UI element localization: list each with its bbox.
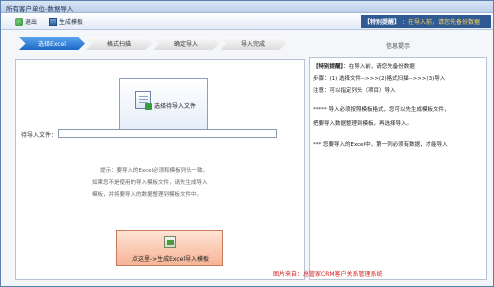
title-bar: 所有客户单位-数据导入 [1, 1, 493, 13]
file-select-panel: 选择待导入文件 待导入文件： 提示：要导入的Excel必须和模板列头一致。 如果… [15, 59, 305, 280]
generate-excel-template-button[interactable]: 点这里->生成Excel导入模板 [116, 230, 223, 266]
generate-template-label: 生成模板 [59, 19, 84, 26]
window-title: 所有客户单位-数据导入 [6, 5, 74, 13]
step-import-done: 导入完成 [220, 37, 286, 50]
toolbar: 退出 生成模板 【特别提醒】 ：在导入前，请您先备份数据 [1, 13, 493, 30]
info-panel: 【特别提醒】：在导入前，请您先备份数据 步骤：(1) 选择文件-->>>(2)格… [309, 57, 487, 280]
import-window: 所有客户单位-数据导入 退出 生成模板 【特别提醒】 ：在导入前，请您先备份数据… [0, 0, 494, 287]
exit-label: 退出 [25, 19, 38, 26]
tip-text: ：在导入前，请您先备份数据 [402, 19, 481, 26]
note-line-1: 提示：要导入的Excel必须和模板列头一致。 [100, 168, 209, 174]
tip-banner: 【特别提醒】 ：在导入前，请您先备份数据 [361, 15, 491, 28]
document-icon [135, 91, 152, 110]
note-line-2: 如果您不是使用的导入模板文件，请先生成导入 [92, 180, 208, 186]
template-icon [49, 17, 57, 26]
info-line-1-rest: ：在导入前，请您先备份数据 [343, 64, 415, 70]
file-label: 待导入文件： [21, 132, 58, 139]
exit-icon [15, 17, 23, 26]
excel-icon [164, 236, 176, 248]
step-select-excel: 选择Excel [19, 37, 85, 50]
exit-button[interactable]: 退出 [15, 16, 37, 27]
info-panel-header: 信息提示 [385, 43, 410, 50]
info-line-1-bold: 【特别提醒】 [313, 64, 344, 70]
step-confirm-import: 确定导入 [153, 37, 219, 50]
note-line-3: 模板，并将要导入的数据整理到模板文件中。 [92, 192, 203, 198]
info-line-2: 步骤：(1) 选择文件-->>>(2)格式扫描-->>>(3)导入 [313, 76, 446, 82]
info-line-1: 【特别提醒】：在导入前，请您先备份数据 [313, 62, 415, 70]
info-line-6: *** 您要导入的Excel中，第一列必须有数据，才能导入 [313, 142, 448, 148]
tip-title: 【特别提醒】 [364, 19, 401, 26]
generate-template-button[interactable]: 生成模板 [49, 16, 83, 27]
info-line-3: 注意：可以指定列头（项目）导入 [313, 88, 396, 94]
footer-credit: 图片来自：总管家CRM客户关系管理系统 [273, 271, 383, 278]
step-format-scan: 格式扫描 [86, 37, 152, 50]
pick-file-button[interactable]: 选择待导入文件 [119, 78, 208, 130]
info-line-5: 把要导入数据整理到模板，再选择导入。 [313, 121, 413, 127]
info-line-4: ***** 导入必须按照模板格式，您可以先生成模板文件， [313, 107, 450, 113]
generate-excel-template-label: 点这里->生成Excel导入模板 [131, 256, 210, 263]
file-path-input[interactable] [58, 129, 277, 138]
pick-file-label: 选择待导入文件 [154, 103, 197, 110]
wizard-steps: 选择Excel 格式扫描 确定导入 导入完成 [15, 37, 305, 50]
